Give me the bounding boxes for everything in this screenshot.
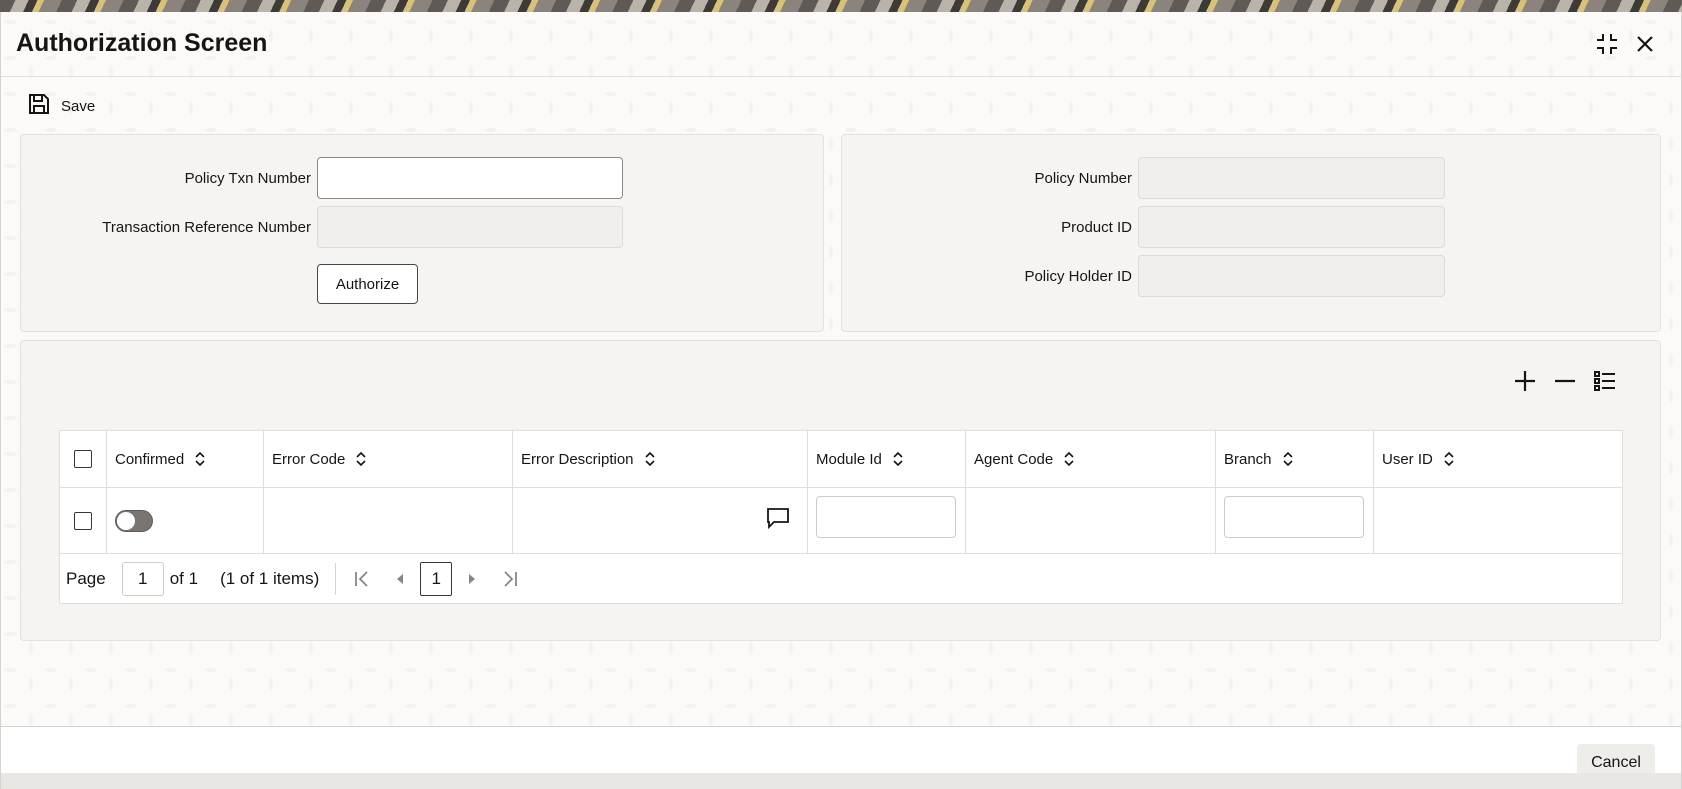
pager-divider xyxy=(335,563,337,595)
module-id-cell xyxy=(808,488,966,553)
select-all-checkbox[interactable] xyxy=(74,450,92,468)
column-header-agent-code[interactable]: Agent Code xyxy=(966,431,1216,487)
column-header-label: Module Id xyxy=(816,450,882,468)
items-count-label: (1 of 1 items) xyxy=(220,569,320,588)
column-header-branch[interactable]: Branch xyxy=(1216,431,1374,487)
column-header-label: Branch xyxy=(1224,450,1272,468)
toggle-knob xyxy=(117,511,135,530)
branch-input[interactable] xyxy=(1224,496,1364,538)
last-page-icon[interactable] xyxy=(496,565,524,593)
error-description-cell xyxy=(513,488,808,553)
policy-holder-id-field xyxy=(1138,255,1445,297)
product-id-label: Product ID xyxy=(1061,219,1132,236)
current-page-button[interactable]: 1 xyxy=(420,562,453,596)
sort-icon[interactable] xyxy=(644,451,656,467)
column-header-label: User ID xyxy=(1382,450,1433,468)
add-icon[interactable] xyxy=(1511,367,1539,395)
list-view-icon[interactable] xyxy=(1591,367,1619,395)
transaction-reference-number-field xyxy=(317,206,623,248)
pagination-bar: Page 1 of 1 (1 of 1 items) 1 xyxy=(60,554,1622,604)
transaction-panel: Policy Txn Number Transaction Reference … xyxy=(20,134,824,332)
policy-holder-id-label: Policy Holder ID xyxy=(1024,268,1132,285)
comment-icon[interactable] xyxy=(765,506,791,535)
first-page-icon[interactable] xyxy=(348,565,376,593)
column-header-label: Error Description xyxy=(521,450,634,468)
sort-icon[interactable] xyxy=(892,451,904,467)
policy-txn-number-label: Policy Txn Number xyxy=(184,170,311,187)
footer-bottom-bar xyxy=(1,773,1681,789)
row-select-cell xyxy=(60,488,107,553)
sort-icon[interactable] xyxy=(1063,451,1075,467)
branch-cell xyxy=(1216,488,1374,553)
page-count-label: of 1 xyxy=(169,569,199,588)
close-icon[interactable] xyxy=(1631,30,1659,58)
table-row xyxy=(60,488,1622,554)
column-header-confirmed[interactable]: Confirmed xyxy=(107,431,264,487)
column-header-label: Confirmed xyxy=(115,450,185,468)
policy-number-label: Policy Number xyxy=(1034,170,1132,187)
save-label: Save xyxy=(61,97,96,115)
page-number-input[interactable]: 1 xyxy=(121,562,164,596)
confirmed-cell xyxy=(107,488,264,553)
remove-icon[interactable] xyxy=(1551,367,1579,395)
authorization-window: Authorization Screen Save Policy Txn Num… xyxy=(0,12,1682,789)
save-icon xyxy=(27,92,51,121)
column-header-error-description[interactable]: Error Description xyxy=(513,431,808,487)
authorize-button[interactable]: Authorize xyxy=(317,264,418,304)
policy-txn-number-input[interactable] xyxy=(317,157,623,199)
column-header-error-code[interactable]: Error Code xyxy=(264,431,513,487)
column-header-label: Error Code xyxy=(272,450,346,468)
grid-actions xyxy=(1511,367,1619,395)
errors-table: Confirmed Error Code Error Description M… xyxy=(59,430,1623,604)
column-header-label: Agent Code xyxy=(974,450,1054,468)
module-id-input[interactable] xyxy=(816,496,956,538)
user-id-cell xyxy=(1374,488,1622,553)
window-header: Authorization Screen xyxy=(1,12,1681,77)
sort-icon[interactable] xyxy=(355,451,367,467)
window-footer: Cancel xyxy=(1,726,1681,789)
page-label: Page xyxy=(66,569,106,588)
sort-icon[interactable] xyxy=(194,451,206,467)
save-button[interactable]: Save xyxy=(27,92,95,120)
error-code-cell xyxy=(264,488,513,553)
next-page-icon[interactable] xyxy=(458,565,486,593)
row-select-checkbox[interactable] xyxy=(74,511,92,530)
policy-number-field xyxy=(1138,157,1445,199)
confirmed-toggle[interactable] xyxy=(115,509,153,532)
transaction-reference-number-label: Transaction Reference Number xyxy=(102,219,311,236)
column-header-module-id[interactable]: Module Id xyxy=(808,431,966,487)
policy-details-panel: Policy Number Product ID Policy Holder I… xyxy=(841,134,1661,332)
select-all-cell xyxy=(60,431,107,487)
product-id-field xyxy=(1138,206,1445,248)
sort-icon[interactable] xyxy=(1282,451,1294,467)
agent-code-cell xyxy=(966,488,1216,553)
page-title: Authorization Screen xyxy=(16,29,268,57)
collapse-icon[interactable] xyxy=(1593,30,1621,58)
top-background-strip xyxy=(0,0,1682,12)
previous-page-icon[interactable] xyxy=(386,565,414,593)
column-header-user-id[interactable]: User ID xyxy=(1374,431,1622,487)
table-header-row: Confirmed Error Code Error Description M… xyxy=(60,431,1622,488)
sort-icon[interactable] xyxy=(1443,451,1455,467)
